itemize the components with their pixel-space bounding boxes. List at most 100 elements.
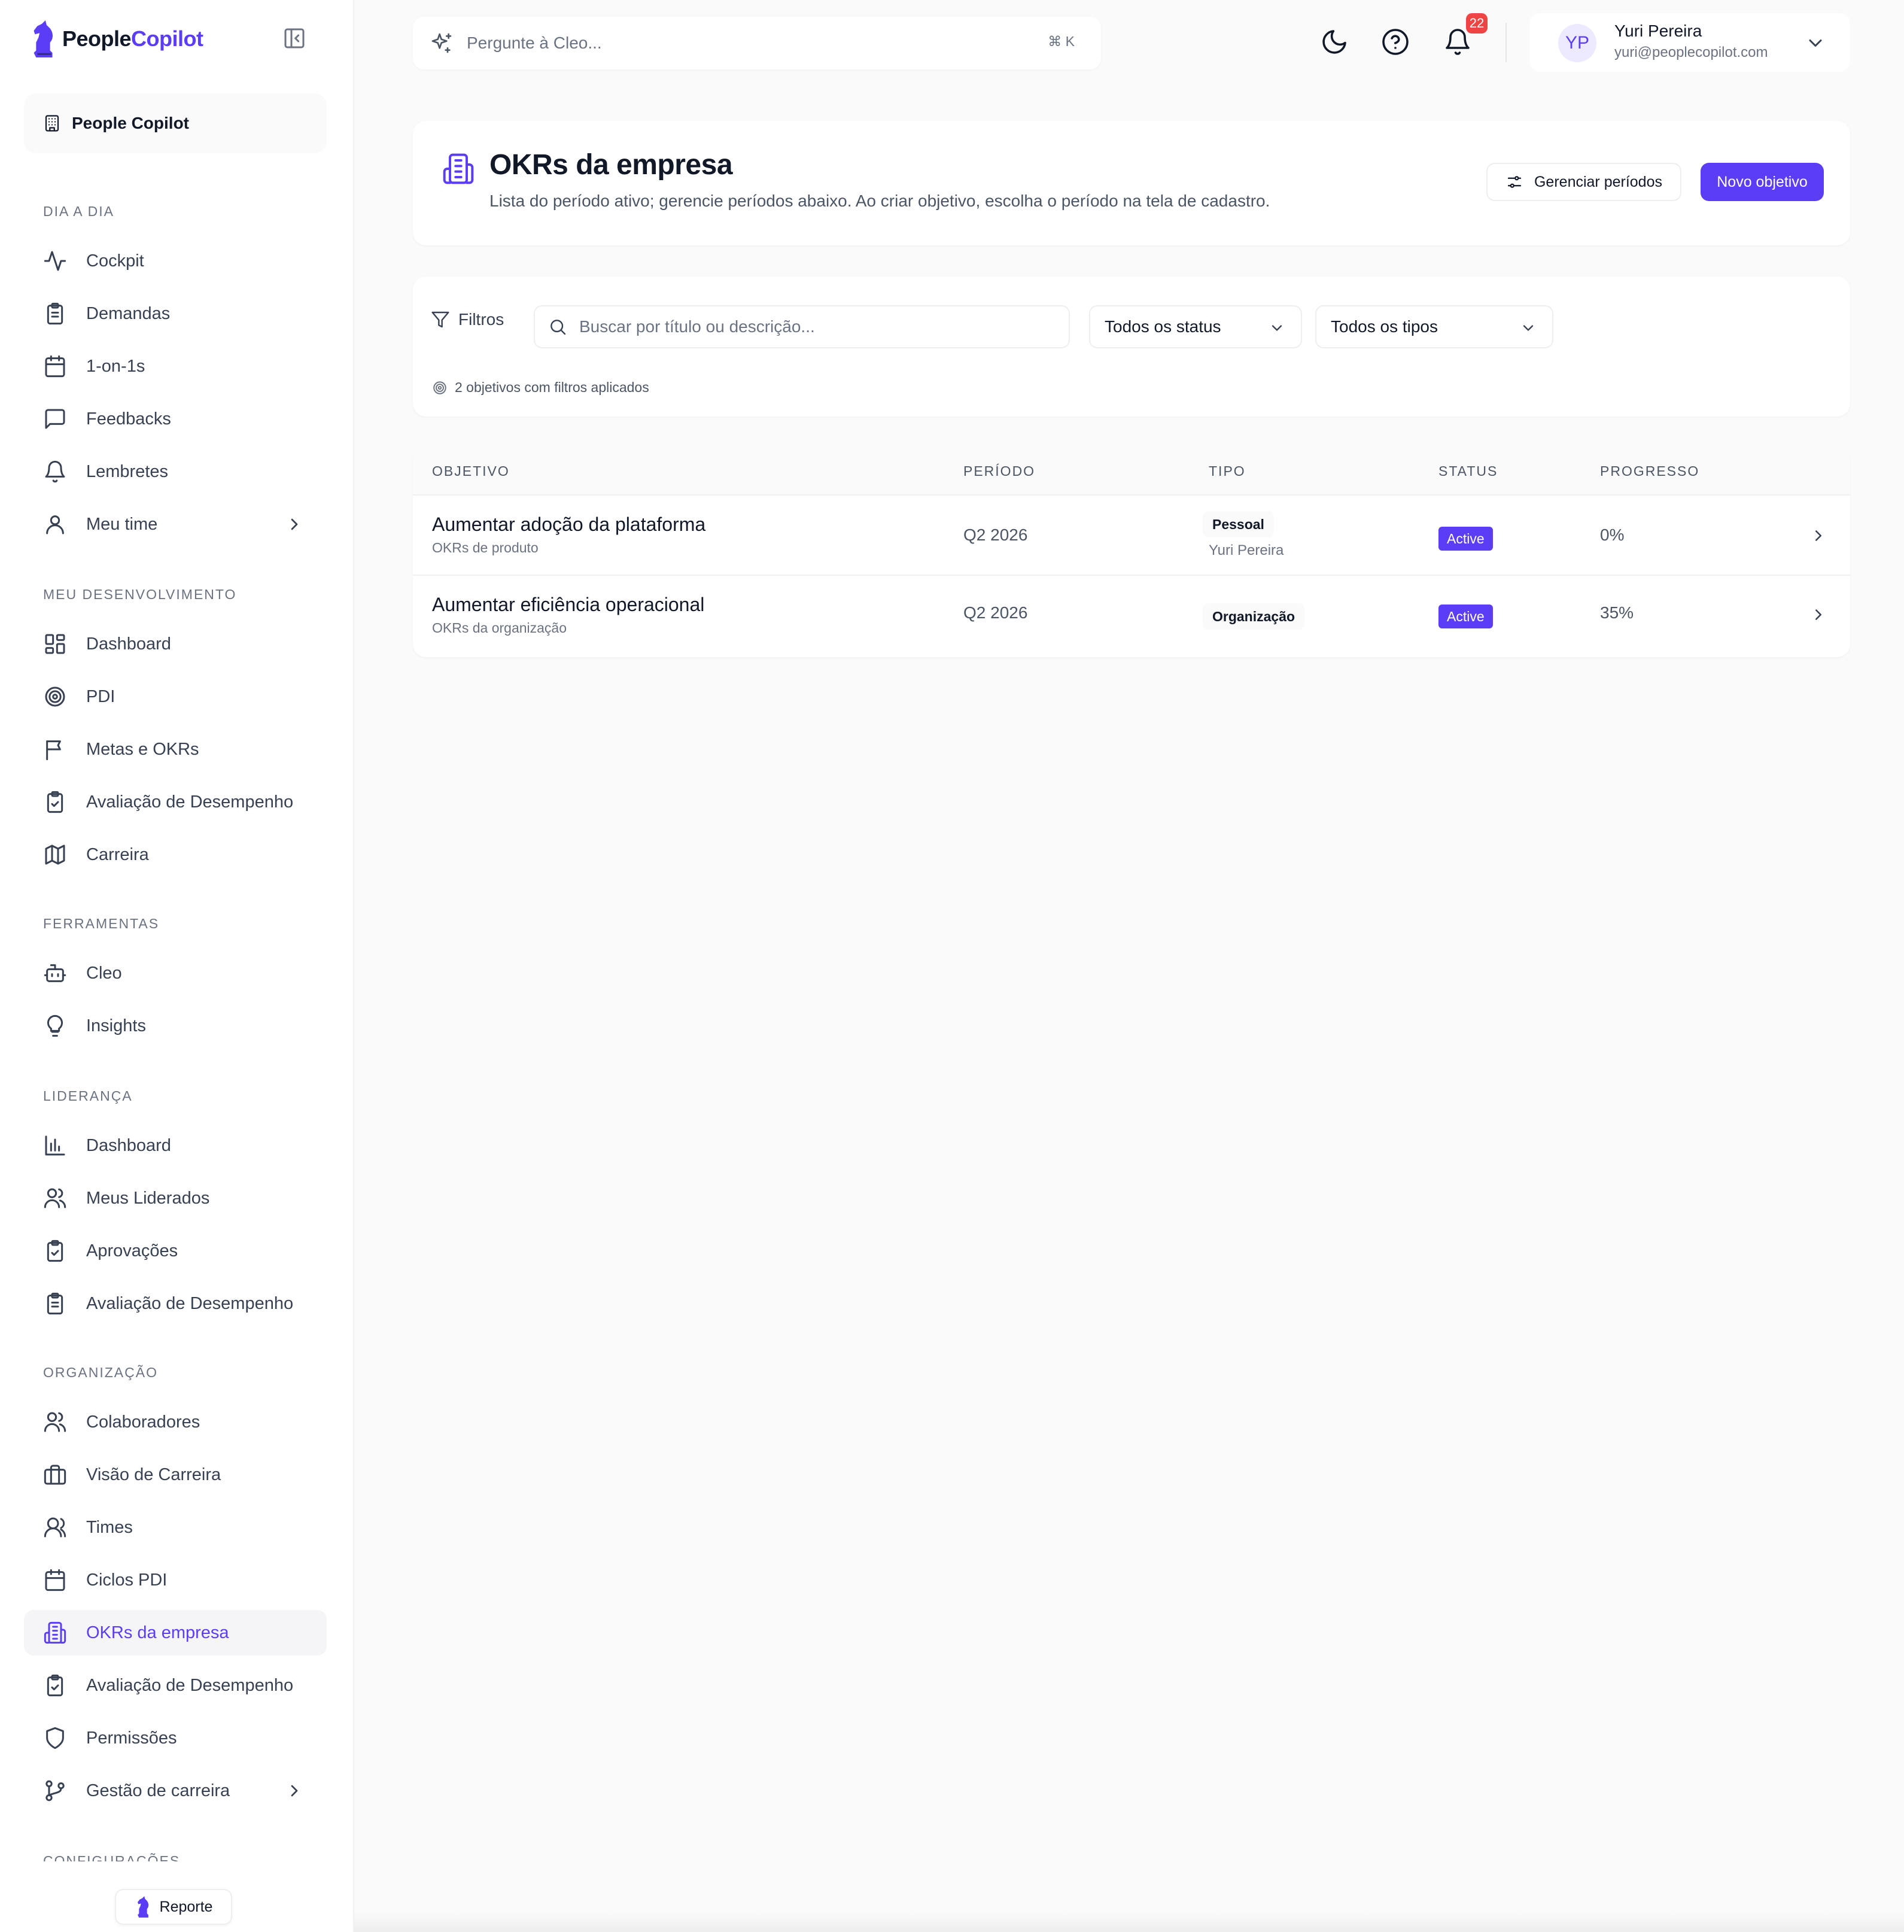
table-row[interactable]: Aumentar adoção da plataforma OKRs de pr… — [413, 496, 1850, 576]
brand-logo[interactable]: PeopleCopilot — [29, 18, 203, 60]
chevron-right-icon[interactable] — [1809, 606, 1827, 624]
keyboard-shortcut: ⌘ K — [1048, 34, 1075, 49]
clipboard-check-icon — [47, 1240, 63, 1262]
cleo-search-input[interactable]: Pergunte à Cleo... ⌘ K — [413, 17, 1101, 69]
sidebar-item-lideranca-dashboard[interactable]: Dashboard — [24, 1123, 327, 1168]
sidebar-item-org-avaliacao[interactable]: Avaliação de Desempenho — [24, 1663, 327, 1708]
page-title: OKRs da empresa — [489, 149, 733, 181]
calendar-icon — [45, 355, 65, 378]
column-header-objetivo: OBJETIVO — [432, 463, 510, 479]
chevron-right-icon — [291, 518, 298, 530]
sidebar-item-label: Insights — [86, 1016, 146, 1035]
section-title-dia-a-dia: DIA A DIA — [43, 203, 114, 219]
avatar: YP — [1558, 24, 1596, 62]
objective-subtitle: OKRs de produto — [432, 540, 539, 555]
org-switcher[interactable]: People Copilot — [24, 93, 327, 153]
reporte-button[interactable]: Reporte — [115, 1889, 232, 1925]
filters-label-text: Filtros — [458, 310, 504, 329]
sidebar-item-okrs-empresa[interactable]: OKRs da empresa — [24, 1610, 327, 1655]
column-header-periodo: PERÍODO — [963, 463, 1036, 479]
objective-subtitle: OKRs da organização — [432, 620, 567, 636]
search-icon — [550, 320, 566, 335]
sidebar-item-meu-time[interactable]: Meu time — [24, 502, 327, 547]
sidebar-item-1-on-1s[interactable]: 1-on-1s — [24, 344, 327, 389]
sidebar-item-label: Demandas — [86, 303, 171, 323]
target-icon — [433, 381, 446, 394]
sidebar-item-times[interactable]: Times — [24, 1505, 327, 1550]
lightbulb-icon — [47, 1014, 63, 1037]
building-icon — [443, 153, 474, 184]
sidebar-item-permissoes[interactable]: Permissões — [24, 1715, 327, 1761]
bot-icon — [44, 964, 66, 982]
type-chip: Organização — [1203, 603, 1305, 630]
sidebar-item-demandas[interactable]: Demandas — [24, 291, 327, 336]
sidebar-item-pdi[interactable]: PDI — [24, 674, 327, 719]
column-header-status: STATUS — [1438, 463, 1498, 479]
sidebar-item-lembretes[interactable]: Lembretes — [24, 449, 327, 494]
sidebar-item-dashboard[interactable]: Dashboard — [24, 621, 327, 667]
new-objective-button[interactable]: Novo objetivo — [1701, 163, 1824, 201]
sidebar-item-cleo[interactable]: Cleo — [24, 950, 327, 996]
sidebar-item-label: Metas e OKRs — [86, 739, 199, 759]
clipboard-check-icon — [47, 1674, 63, 1697]
sidebar-item-meus-liderados[interactable]: Meus Liderados — [24, 1175, 327, 1221]
bottom-shade — [354, 1913, 1904, 1932]
sidebar-item-label: Feedbacks — [86, 409, 171, 429]
sidebar-item-feedbacks[interactable]: Feedbacks — [24, 396, 327, 442]
status-select-value: Todos os status — [1105, 317, 1221, 336]
briefcase-icon — [44, 1465, 66, 1485]
collapse-sidebar-icon[interactable] — [282, 26, 306, 50]
map-icon — [45, 845, 65, 865]
user-menu[interactable]: YP Yuri Pereira yuri@peoplecopilot.com — [1529, 13, 1850, 72]
objective-search-placeholder: Buscar por título ou descrição... — [579, 317, 815, 336]
sidebar-item-label: 1-on-1s — [86, 356, 145, 376]
sidebar-item-cockpit[interactable]: Cockpit — [24, 238, 327, 284]
sidebar-item-insights[interactable]: Insights — [24, 1003, 327, 1049]
sidebar-item-ciclos-pdi[interactable]: Ciclos PDI — [24, 1557, 327, 1603]
sidebar-item-label: Avaliação de Desempenho — [86, 792, 294, 812]
sidebar-item-label: PDI — [86, 686, 115, 706]
sidebar-item-metas-okrs[interactable]: Metas e OKRs — [24, 727, 327, 772]
sliders-icon — [1507, 176, 1522, 188]
objective-title: Aumentar eficiência operacional — [432, 594, 705, 615]
brand-name-part2: Copilot — [131, 26, 203, 51]
sidebar-item-label: Lembretes — [86, 461, 169, 481]
flag-icon — [46, 740, 61, 761]
chevron-down-icon — [1809, 40, 1822, 47]
topbar-divider — [1505, 23, 1507, 62]
git-branch-icon — [45, 1780, 65, 1802]
status-select[interactable]: Todos os status — [1089, 305, 1302, 348]
type-select[interactable]: Todos os tipos — [1315, 305, 1553, 348]
reporte-label: Reporte — [159, 1898, 213, 1915]
sidebar-item-gestao-carreira[interactable]: Gestão de carreira — [24, 1768, 327, 1813]
table-row[interactable]: Aumentar eficiência operacional OKRs da … — [413, 576, 1850, 656]
sidebar-item-avaliacao-desempenho[interactable]: Avaliação de Desempenho — [24, 779, 327, 825]
sidebar-item-carreira[interactable]: Carreira — [24, 832, 327, 877]
objective-search-input[interactable]: Buscar por título ou descrição... — [534, 305, 1070, 348]
sidebar-item-colaboradores[interactable]: Colaboradores — [24, 1399, 327, 1445]
moon-icon[interactable] — [1320, 28, 1349, 56]
sidebar-item-lideranca-avaliacao[interactable]: Avaliação de Desempenho — [24, 1281, 327, 1326]
sidebar-item-visao-carreira[interactable]: Visão de Carreira — [24, 1452, 327, 1497]
org-name: People Copilot — [72, 114, 189, 132]
bar-chart-icon — [45, 1135, 65, 1156]
notification-badge: 22 — [1466, 13, 1488, 34]
bell-icon — [45, 460, 65, 483]
chevron-right-icon — [291, 1785, 298, 1797]
filter-result-count: 2 objetivos com filtros aplicados — [432, 379, 649, 396]
section-title-configuracoes: CONFIGURAÇÕES — [43, 1853, 181, 1861]
activity-icon — [44, 251, 66, 271]
manage-periods-button[interactable]: Gerenciar períodos — [1486, 163, 1681, 201]
sidebar-item-label: Avaliação de Desempenho — [86, 1675, 294, 1695]
sidebar: PeopleCopilot People Copilot DIA A DIA C… — [0, 0, 354, 1932]
help-icon[interactable] — [1381, 28, 1410, 56]
users-round-icon — [44, 1517, 66, 1538]
table-header: OBJETIVO PERÍODO TIPO STATUS PROGRESSO — [413, 448, 1850, 496]
users-icon — [44, 1188, 66, 1208]
type-select-value: Todos os tipos — [1331, 317, 1438, 336]
chevron-right-icon[interactable] — [1809, 527, 1827, 545]
sidebar-item-aprovacoes[interactable]: Aprovações — [24, 1228, 327, 1274]
section-title-ferramentas: FERRAMENTAS — [43, 916, 160, 931]
objective-period: Q2 2026 — [963, 525, 1028, 544]
sidebar-item-label: Dashboard — [86, 634, 171, 654]
